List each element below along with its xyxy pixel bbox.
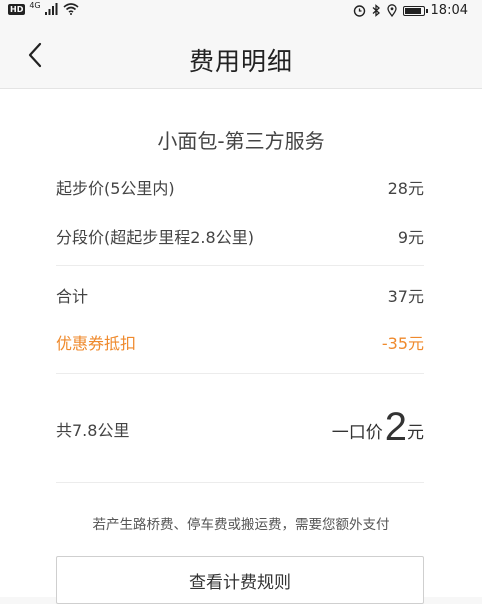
bluetooth-icon xyxy=(372,4,380,17)
fixed-price: 一口价 2 元 xyxy=(332,407,424,447)
divider xyxy=(56,482,424,483)
fee-row-base: 起步价(5公里内) 28元 xyxy=(56,175,424,199)
subtotal-label: 合计 xyxy=(56,287,89,306)
discount-label: 优惠券抵扣 xyxy=(56,334,137,353)
wifi-icon xyxy=(63,3,79,15)
subtotal-amount: 37元 xyxy=(387,287,424,306)
page-title: 费用明细 xyxy=(188,47,293,76)
signal-icon xyxy=(44,3,58,15)
subtotal-row: 合计 37元 xyxy=(56,283,424,307)
divider xyxy=(56,373,424,374)
battery-icon xyxy=(402,5,428,16)
alarm-icon xyxy=(353,5,365,17)
extra-fee-note: 若产生路桥费、停车费或搬运费，需要您额外支付 xyxy=(92,517,390,533)
status-time: 18:04 xyxy=(430,3,468,18)
hd-badge: HD xyxy=(8,3,26,15)
status-bar: HD 4G 18:04 xyxy=(0,0,482,24)
fee-amount: 9元 xyxy=(397,228,424,247)
total-distance: 共7.8公里 xyxy=(56,421,130,440)
status-left: HD 4G xyxy=(8,0,79,15)
price-value: 2 xyxy=(384,405,407,449)
price-unit: 元 xyxy=(407,423,424,443)
divider xyxy=(56,265,424,266)
location-icon xyxy=(386,4,397,17)
fee-row-segment: 分段价(超起步里程2.8公里) 9元 xyxy=(56,224,424,248)
fee-label: 起步价(5公里内) xyxy=(56,179,175,198)
total-row: 共7.8公里 一口价 2 元 xyxy=(56,407,424,447)
fee-label: 分段价(超起步里程2.8公里) xyxy=(56,228,254,247)
fee-detail-panel: 小面包-第三方服务 起步价(5公里内) 28元 分段价(超起步里程2.8公里) … xyxy=(0,89,482,604)
discount-amount: -35元 xyxy=(381,334,424,353)
service-name: 小面包-第三方服务 xyxy=(157,129,325,153)
price-prefix: 一口价 xyxy=(331,423,383,443)
discount-row: 优惠券抵扣 -35元 xyxy=(56,330,424,354)
fee-amount: 28元 xyxy=(387,179,424,198)
status-right: 18:04 xyxy=(353,3,468,18)
header-bar: 费用明细 xyxy=(0,24,482,89)
network-type: 4G xyxy=(29,0,41,10)
